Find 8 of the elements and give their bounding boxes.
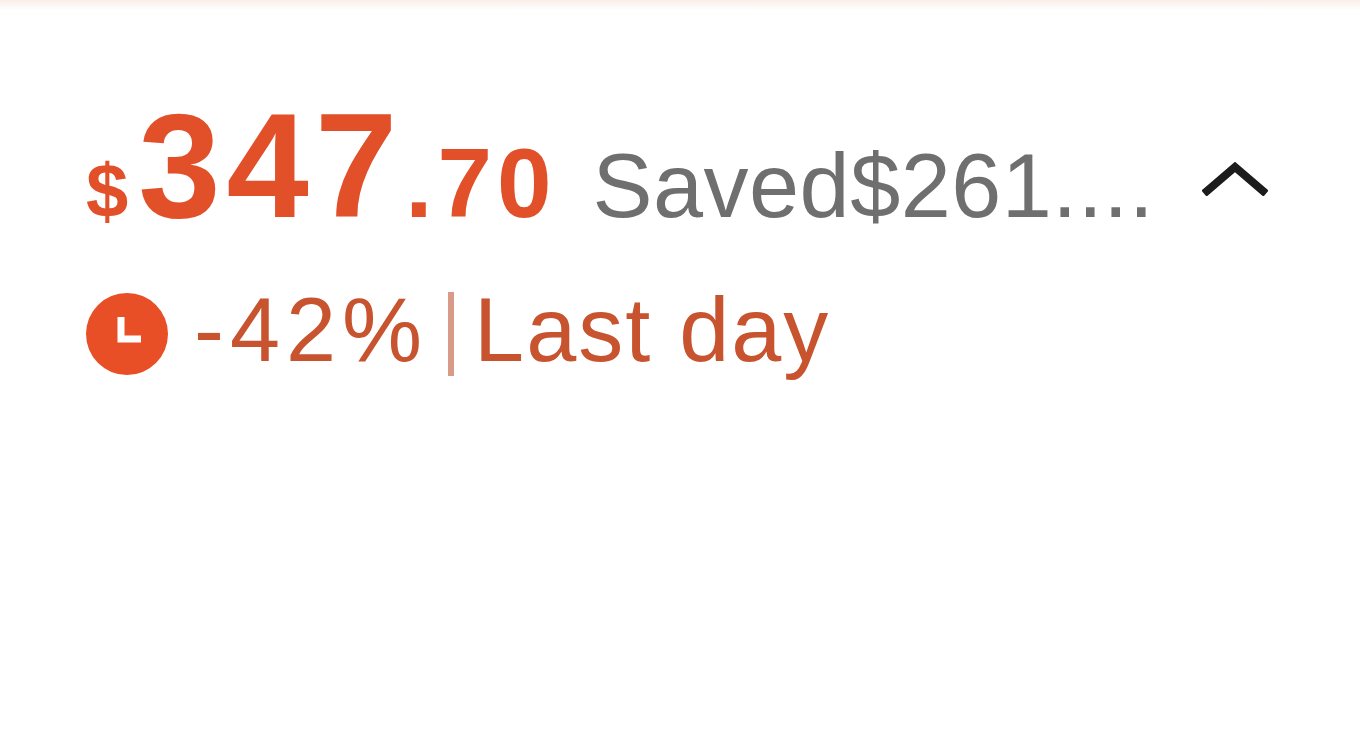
deal-label: Last day [474,279,831,382]
price-fraction: .70 [405,134,557,232]
price-whole: 347 [138,92,404,240]
currency-symbol: $ [86,153,129,229]
savings-text: Saved$261.... [592,141,1155,231]
clock-icon [86,293,168,375]
chevron-up-icon[interactable] [1202,162,1269,196]
discount-text: -42% [194,279,429,382]
